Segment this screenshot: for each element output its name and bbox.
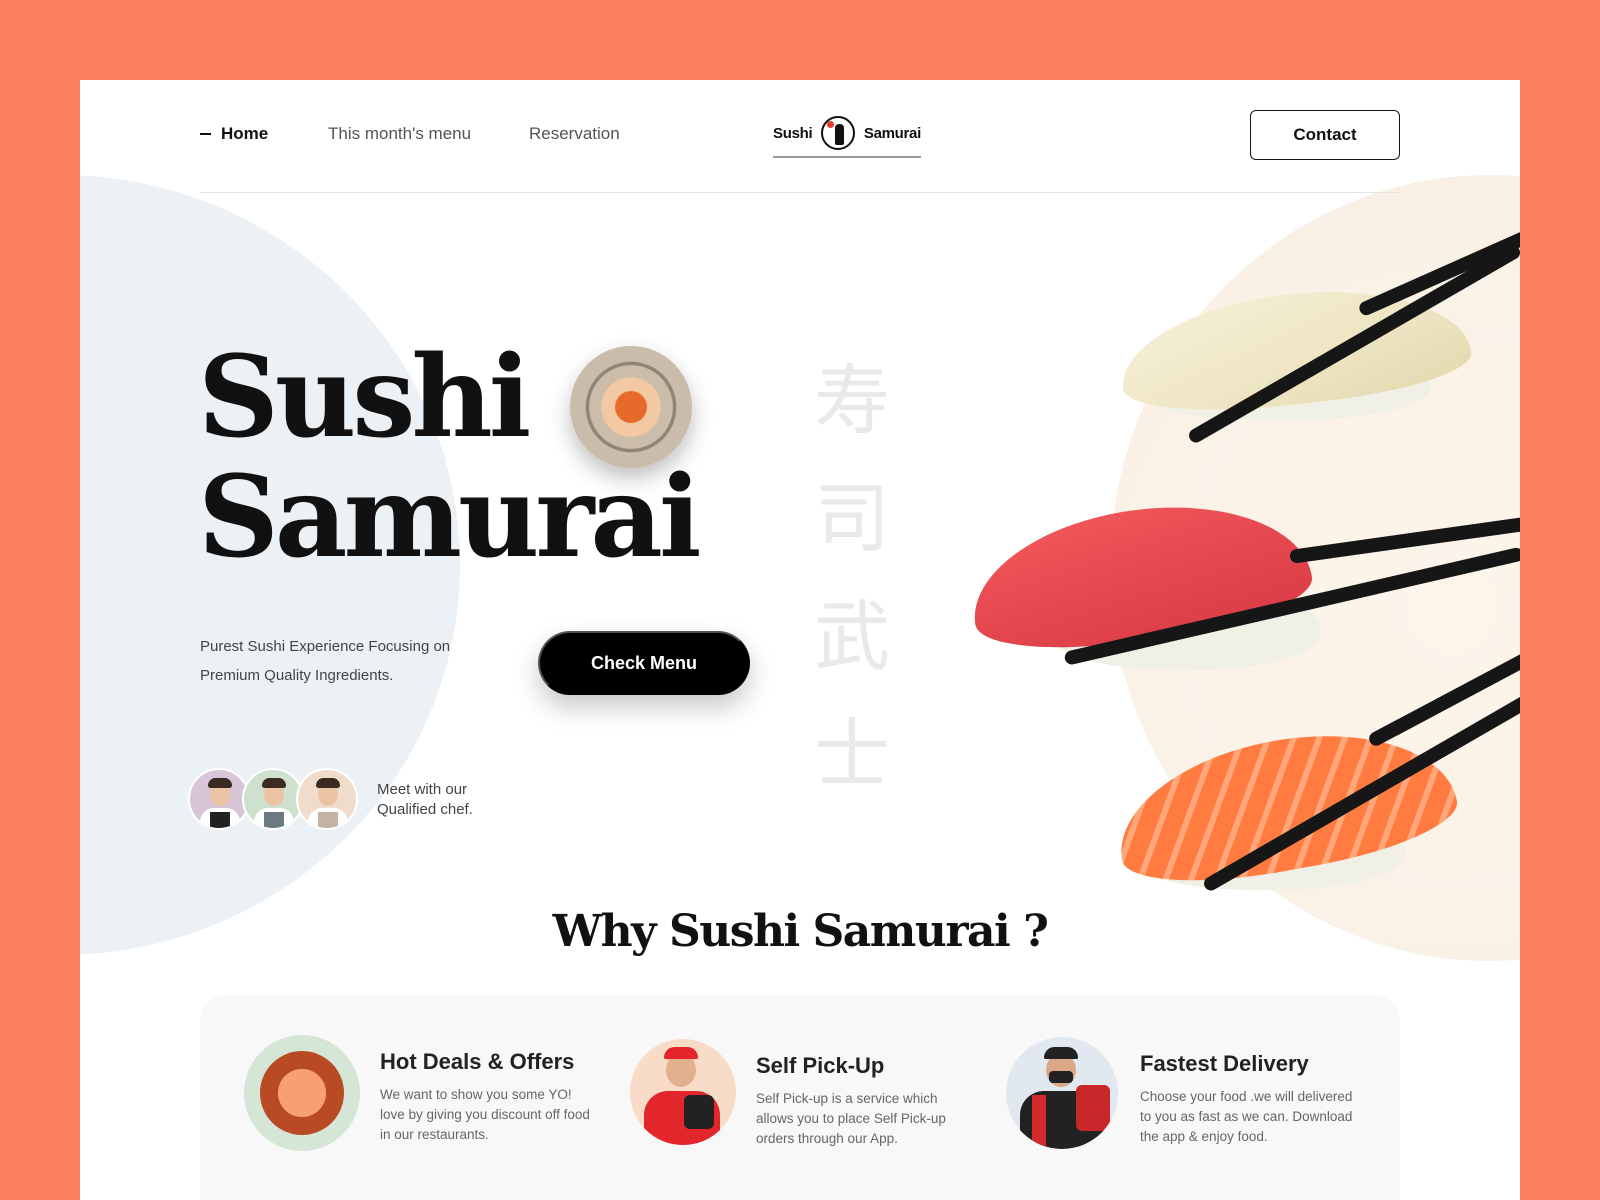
salmon-sushi-image <box>1106 711 1465 900</box>
landing-page: Home This month's menu Reservation Sushi… <box>80 80 1520 1200</box>
nav-reservation-link[interactable]: Reservation <box>529 124 620 144</box>
chef-avatar[interactable] <box>242 768 304 830</box>
feature-description: We want to show you some YO! love by giv… <box>380 1087 590 1142</box>
chef-note: Meet with our Qualified chef. <box>377 780 517 820</box>
nav-menu-link[interactable]: This month's menu <box>328 124 471 144</box>
nav-home-label: Home <box>221 124 269 143</box>
feature-hot-deals[interactable]: Hot Deals & Offers We want to show you s… <box>244 1035 590 1155</box>
kanji-char: 寿 <box>814 356 890 445</box>
hero-tagline: Purest Sushi Experience Focusing on Prem… <box>200 638 451 684</box>
feature-title: Hot Deals & Offers <box>380 1049 575 1074</box>
kanji-column: 寿 司 武 士 <box>812 342 892 814</box>
check-menu-button[interactable]: Check Menu <box>538 631 750 695</box>
logo-text-right: Samurai <box>863 124 921 142</box>
feature-title: Self Pick-Up <box>756 1053 885 1078</box>
sushi-roll-image <box>244 1035 360 1151</box>
top-navigation: Home This month's menu Reservation Sushi… <box>80 80 1520 193</box>
feature-fast-delivery[interactable]: Fastest Delivery Choose your food .we wi… <box>1006 1037 1386 1157</box>
brand-logo[interactable]: Sushi Samurai <box>773 114 921 158</box>
kanji-char: 武 <box>814 592 890 681</box>
chef-avatar[interactable] <box>296 768 358 830</box>
delivery-person-image <box>1006 1037 1118 1149</box>
chef-note-line2: Qualified chef. <box>377 801 473 818</box>
why-section-title: Why Sushi Samurai ? <box>552 906 1049 957</box>
pickup-person-image <box>630 1039 736 1145</box>
chef-avatars[interactable] <box>188 768 368 832</box>
kanji-char: 司 <box>814 474 890 563</box>
contact-button[interactable]: Contact <box>1250 110 1400 160</box>
sushi-plate-image <box>570 346 692 468</box>
logo-text-left: Sushi <box>773 124 813 142</box>
nav-divider <box>200 192 1400 193</box>
feature-self-pickup[interactable]: Self Pick-Up Self Pick-up is a service w… <box>630 1039 970 1159</box>
nav-home-link[interactable]: Home <box>200 124 268 144</box>
features-panel: Hot Deals & Offers We want to show you s… <box>200 995 1400 1200</box>
chef-avatar[interactable] <box>188 768 250 830</box>
samurai-logo-icon <box>821 116 856 150</box>
feature-title: Fastest Delivery <box>1140 1051 1309 1076</box>
feature-description: Choose your food .we will delivered to y… <box>1140 1089 1353 1144</box>
dash-icon <box>200 133 211 135</box>
hero-title-line2: Samurai <box>198 452 702 583</box>
hero-title-line1: Sushi <box>198 332 531 463</box>
chef-note-line1: Meet with our <box>377 781 468 798</box>
tuna-sushi-image <box>962 486 1320 680</box>
feature-description: Self Pick-up is a service which allows y… <box>756 1091 946 1146</box>
kanji-char: 士 <box>814 710 890 799</box>
